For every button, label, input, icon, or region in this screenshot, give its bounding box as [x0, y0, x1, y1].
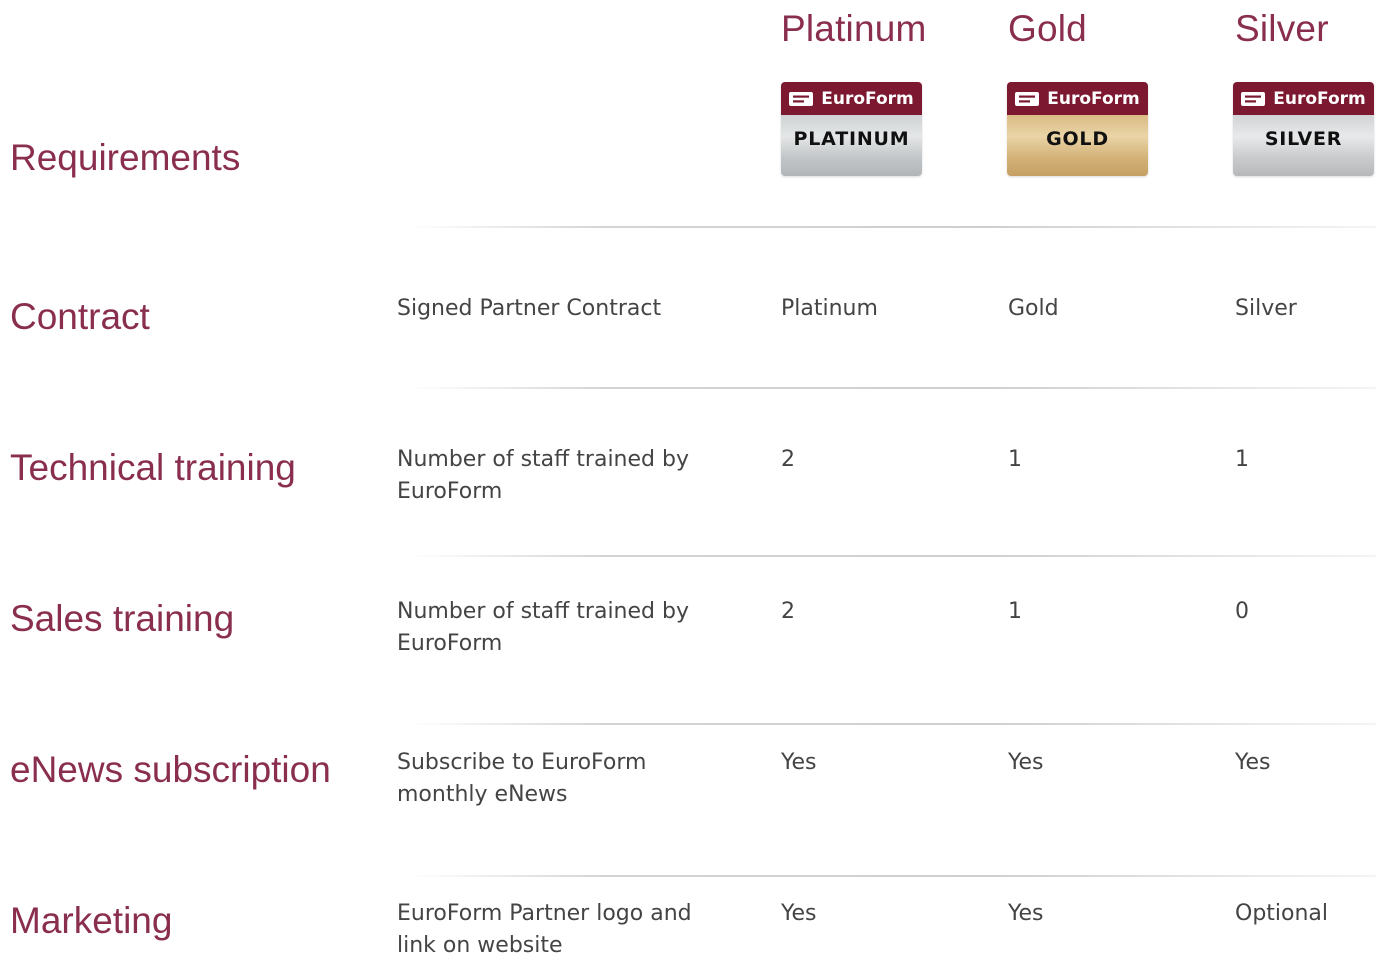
row-description: Number of staff trained by EuroForm — [397, 447, 689, 504]
cell-platinum: Yes — [781, 750, 817, 775]
row-description: Subscribe to EuroForm monthly eNews — [397, 750, 647, 807]
row-heading-enews-subscription: eNews subscription — [10, 749, 331, 790]
row-divider — [410, 387, 1376, 389]
badge-brand-bar: EuroForm — [1233, 82, 1374, 115]
badge-brand-bar: EuroForm — [781, 82, 922, 115]
row-heading-contract: Contract — [10, 296, 150, 337]
cell-platinum: Platinum — [781, 296, 878, 321]
row-divider — [410, 875, 1376, 877]
tier-title-platinum: Platinum — [781, 8, 927, 49]
cell-silver: 0 — [1235, 599, 1249, 624]
row-heading-technical-training: Technical training — [10, 447, 296, 488]
badge-brand-text: EuroForm — [1047, 88, 1140, 109]
row-description: EuroForm Partner logo and link on websit… — [397, 901, 692, 958]
row-description: Number of staff trained by EuroForm — [397, 599, 689, 656]
badge-silver: EuroForm SILVER — [1233, 82, 1374, 176]
badge-brand-bar: EuroForm — [1007, 82, 1148, 115]
cell-silver: Optional — [1235, 901, 1329, 926]
cell-silver: 1 — [1235, 447, 1249, 472]
row-divider — [410, 723, 1376, 725]
cell-gold: Yes — [1008, 750, 1044, 775]
cell-silver: Yes — [1235, 750, 1271, 775]
cell-platinum: Yes — [781, 901, 817, 926]
row-heading-sales-training: Sales training — [10, 598, 235, 639]
badge-gold: EuroForm GOLD — [1007, 82, 1148, 176]
cell-silver: Silver — [1235, 296, 1297, 321]
euroform-logo-icon — [1015, 91, 1040, 106]
cell-gold: Yes — [1008, 901, 1044, 926]
row-divider — [410, 226, 1376, 228]
cell-platinum: 2 — [781, 599, 795, 624]
badge-label: GOLD — [1007, 115, 1148, 176]
euroform-logo-icon — [1241, 91, 1266, 106]
badge-platinum: EuroForm PLATINUM — [781, 82, 922, 176]
tier-title-silver: Silver — [1235, 8, 1329, 49]
euroform-logo-icon — [789, 91, 814, 106]
badge-label: PLATINUM — [781, 115, 922, 176]
tier-title-gold: Gold — [1008, 8, 1087, 49]
row-heading-marketing: Marketing — [10, 900, 173, 941]
badge-label: SILVER — [1233, 115, 1374, 176]
cell-gold: 1 — [1008, 447, 1022, 472]
row-description: Signed Partner Contract — [397, 296, 662, 321]
row-divider — [410, 555, 1376, 557]
cell-platinum: 2 — [781, 447, 795, 472]
cell-gold: 1 — [1008, 599, 1022, 624]
badge-brand-text: EuroForm — [821, 88, 914, 109]
cell-gold: Gold — [1008, 296, 1059, 321]
requirements-heading: Requirements — [10, 137, 241, 178]
badge-brand-text: EuroForm — [1273, 88, 1366, 109]
